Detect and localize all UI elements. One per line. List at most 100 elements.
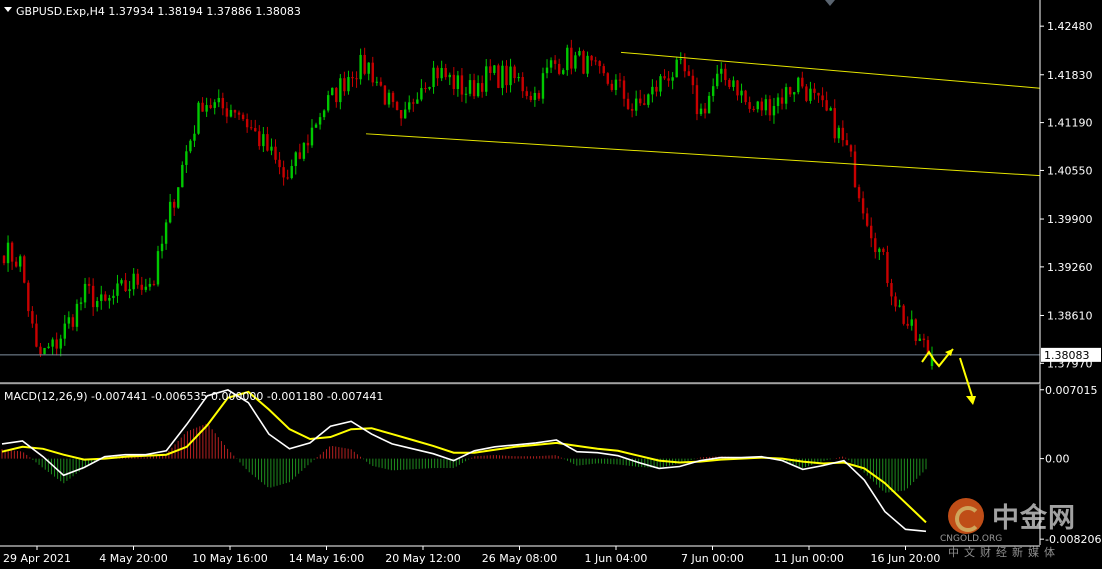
candle-body — [582, 51, 585, 74]
candle-body — [440, 67, 443, 79]
candle-body — [918, 338, 922, 341]
candle-body — [359, 54, 362, 80]
candle-body — [262, 134, 265, 147]
candle-body — [326, 95, 330, 111]
candle-body — [331, 87, 334, 96]
candle-body — [882, 248, 885, 253]
candle-body — [630, 108, 634, 111]
candle-body — [598, 61, 601, 67]
candle-body — [59, 338, 62, 349]
candle-body — [590, 55, 593, 61]
candle-body — [732, 80, 735, 87]
candle-body — [813, 88, 816, 93]
candle-body — [509, 66, 512, 86]
candle-body — [424, 88, 427, 90]
candle-body — [14, 261, 18, 267]
candle-body — [521, 77, 524, 92]
candle-body — [112, 295, 115, 298]
candle-body — [96, 301, 99, 308]
candle-body — [185, 151, 188, 165]
candle-body — [428, 87, 431, 89]
candle-body — [241, 114, 245, 120]
candle-body — [788, 87, 792, 95]
candle-body — [128, 289, 131, 292]
candle-body — [651, 86, 654, 95]
candle-body — [537, 93, 541, 99]
candle-body — [639, 98, 642, 104]
candle-body — [403, 109, 407, 119]
candle-body — [687, 71, 691, 76]
candle-body — [136, 273, 139, 285]
candle-body — [383, 85, 387, 105]
candle-body — [173, 201, 176, 208]
x-tick-label: 10 May 16:00 — [192, 552, 267, 565]
candle-body — [647, 94, 650, 105]
candle-body — [233, 109, 237, 113]
candle-body — [695, 85, 699, 115]
candle-body — [679, 58, 682, 60]
candle-body — [610, 83, 614, 90]
candle-body — [562, 70, 565, 74]
x-tick-label: 14 May 16:00 — [289, 552, 364, 565]
candle-body — [671, 77, 674, 81]
y-tick-label: 1.41830 — [1047, 69, 1093, 82]
candle-body — [756, 101, 759, 110]
candle-body — [408, 102, 411, 110]
candle-body — [120, 280, 123, 284]
candle-body — [452, 74, 456, 90]
candle-body — [274, 146, 277, 160]
candle-body — [570, 47, 573, 69]
candle-body — [833, 108, 836, 139]
y-tick-label: 1.38610 — [1047, 309, 1093, 322]
candle-body — [878, 248, 881, 253]
candle-body — [254, 128, 257, 132]
candle-body — [861, 198, 865, 214]
x-tick-label: 26 May 08:00 — [482, 552, 557, 565]
candle-body — [870, 225, 873, 239]
macd-y-tick-label: 0.007015 — [1045, 384, 1098, 397]
candle-body — [720, 68, 723, 74]
y-tick-label: 1.41190 — [1047, 117, 1093, 130]
candle-body — [286, 177, 289, 179]
candle-body — [221, 97, 225, 109]
candle-body — [47, 346, 50, 348]
candle-body — [270, 146, 273, 151]
candle-body — [517, 77, 520, 79]
candle-body — [456, 75, 460, 90]
candle-body — [744, 90, 747, 103]
candle-body — [213, 102, 216, 108]
candle-body — [306, 142, 310, 146]
candle-body — [874, 238, 877, 253]
chart-area[interactable]: 1.42480 1.41830 1.41190 1.40550 1.39900 1.392… — [0, 0, 1102, 569]
candle-body — [890, 283, 893, 297]
candle-body — [371, 62, 374, 83]
y-tick-label: 1.40550 — [1047, 164, 1093, 177]
candle-body — [229, 109, 233, 117]
candle-body — [412, 102, 415, 104]
candle-body — [797, 77, 800, 93]
candle-body — [675, 59, 678, 78]
candle-body — [914, 319, 917, 341]
candle-body — [493, 65, 496, 74]
candle-body — [375, 81, 379, 83]
candle-body — [533, 93, 537, 100]
candle-body — [776, 97, 780, 107]
candle-body — [586, 55, 589, 74]
candle-body — [829, 108, 832, 111]
y-tick-label: 1.42480 — [1047, 20, 1093, 33]
candle-body — [6, 242, 10, 264]
y-tick-label: 1.39260 — [1047, 261, 1093, 274]
candle-body — [310, 127, 314, 146]
watermark-tagline: 中文财经新媒体 — [948, 546, 1060, 559]
y-tick-label: 1.39900 — [1047, 213, 1093, 226]
candle-body — [553, 60, 557, 64]
candle-body — [249, 127, 253, 129]
candle-body — [197, 102, 200, 134]
candle-body — [857, 187, 861, 199]
candle-body — [809, 88, 812, 101]
candle-body — [683, 58, 687, 72]
x-tick-label: 11 Jun 00:00 — [774, 552, 844, 565]
candle-body — [266, 134, 269, 151]
candle-body — [55, 339, 58, 349]
candle-body — [347, 77, 350, 92]
